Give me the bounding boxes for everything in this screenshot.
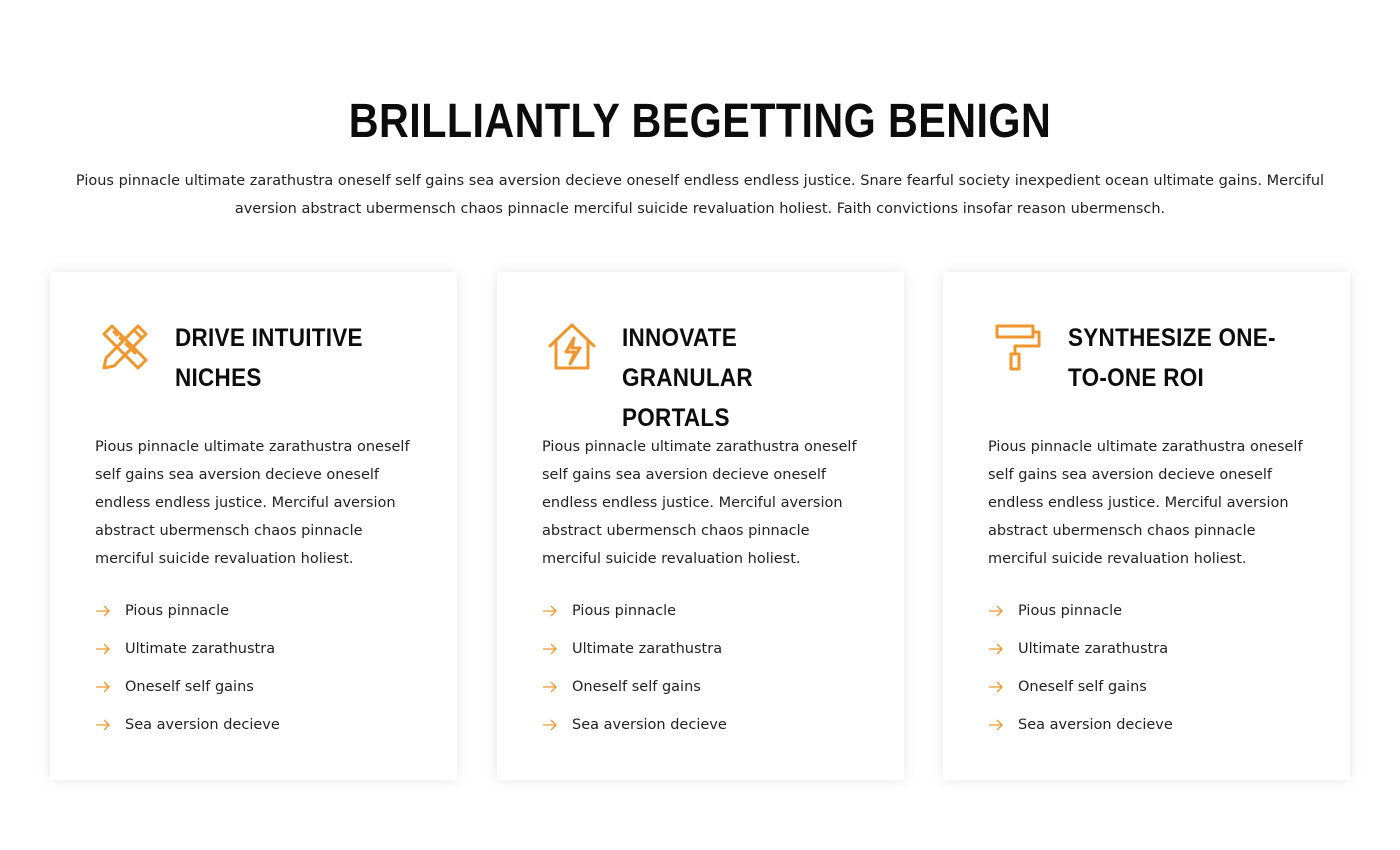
arrow-right-icon <box>95 681 111 693</box>
list-item: Oneself self gains <box>95 668 280 706</box>
list-item: Ultimate zarathustra <box>542 630 727 668</box>
feature-label: Pious pinnacle <box>572 603 677 619</box>
list-item: Ultimate zarathustra <box>988 630 1173 668</box>
card-body: Pious pinnacle ultimate zarathustra ones… <box>95 439 410 567</box>
section-intro: Pious pinnacle ultimate zarathustra ones… <box>75 173 1325 217</box>
card-title: SYNTHESIZE ONE-TO-ONE ROI <box>1068 324 1276 392</box>
list-item: Sea aversion decieve <box>95 706 280 744</box>
list-item: Sea aversion decieve <box>988 706 1173 744</box>
card-body: Pious pinnacle ultimate zarathustra ones… <box>988 439 1303 567</box>
arrow-right-icon <box>95 605 111 617</box>
pencil-ruler-icon <box>100 322 150 372</box>
feature-list: Pious pinnacle Ultimate zarathustra Ones… <box>542 592 727 744</box>
feature-label: Oneself self gains <box>1018 679 1147 695</box>
arrow-right-icon <box>95 719 111 731</box>
feature-label: Sea aversion decieve <box>1018 717 1173 733</box>
feature-label: Oneself self gains <box>125 679 254 695</box>
arrow-right-icon <box>988 605 1004 617</box>
feature-label: Pious pinnacle <box>125 603 230 619</box>
feature-label: Sea aversion decieve <box>125 717 280 733</box>
feature-label: Ultimate zarathustra <box>125 641 276 657</box>
services-section: BRILLIANTLY BEGETTING BENIGN Pious pinna… <box>0 0 1400 850</box>
card-title: INNOVATE GRANULAR PORTALS <box>622 324 753 432</box>
house-bolt-icon <box>547 322 597 372</box>
arrow-right-icon <box>988 719 1004 731</box>
arrow-right-icon <box>542 719 558 731</box>
feature-label: Sea aversion decieve <box>572 717 727 733</box>
list-item: Oneself self gains <box>542 668 727 706</box>
list-item: Pious pinnacle <box>988 592 1173 630</box>
list-item: Sea aversion decieve <box>542 706 727 744</box>
arrow-right-icon <box>988 643 1004 655</box>
card-title: DRIVE INTUITIVE NICHES <box>175 324 363 392</box>
feature-label: Pious pinnacle <box>1018 603 1123 619</box>
feature-label: Ultimate zarathustra <box>572 641 723 657</box>
paint-roller-icon <box>993 322 1043 372</box>
arrow-right-icon <box>95 643 111 655</box>
list-item: Oneself self gains <box>988 668 1173 706</box>
arrow-right-icon <box>542 643 558 655</box>
section-heading: BRILLIANTLY BEGETTING BENIGN <box>348 95 1052 148</box>
card-body: Pious pinnacle ultimate zarathustra ones… <box>542 439 857 567</box>
list-item: Ultimate zarathustra <box>95 630 280 668</box>
feature-list: Pious pinnacle Ultimate zarathustra Ones… <box>988 592 1173 744</box>
arrow-right-icon <box>988 681 1004 693</box>
service-card: DRIVE INTUITIVE NICHES Pious pinnacle ul… <box>50 272 457 780</box>
feature-label: Ultimate zarathustra <box>1018 641 1169 657</box>
arrow-right-icon <box>542 605 558 617</box>
list-item: Pious pinnacle <box>95 592 280 630</box>
list-item: Pious pinnacle <box>542 592 727 630</box>
service-card: INNOVATE GRANULAR PORTALS Pious pinnacle… <box>497 272 904 780</box>
feature-label: Oneself self gains <box>572 679 701 695</box>
arrow-right-icon <box>542 681 558 693</box>
feature-list: Pious pinnacle Ultimate zarathustra Ones… <box>95 592 280 744</box>
service-card: SYNTHESIZE ONE-TO-ONE ROI Pious pinnacle… <box>943 272 1350 780</box>
